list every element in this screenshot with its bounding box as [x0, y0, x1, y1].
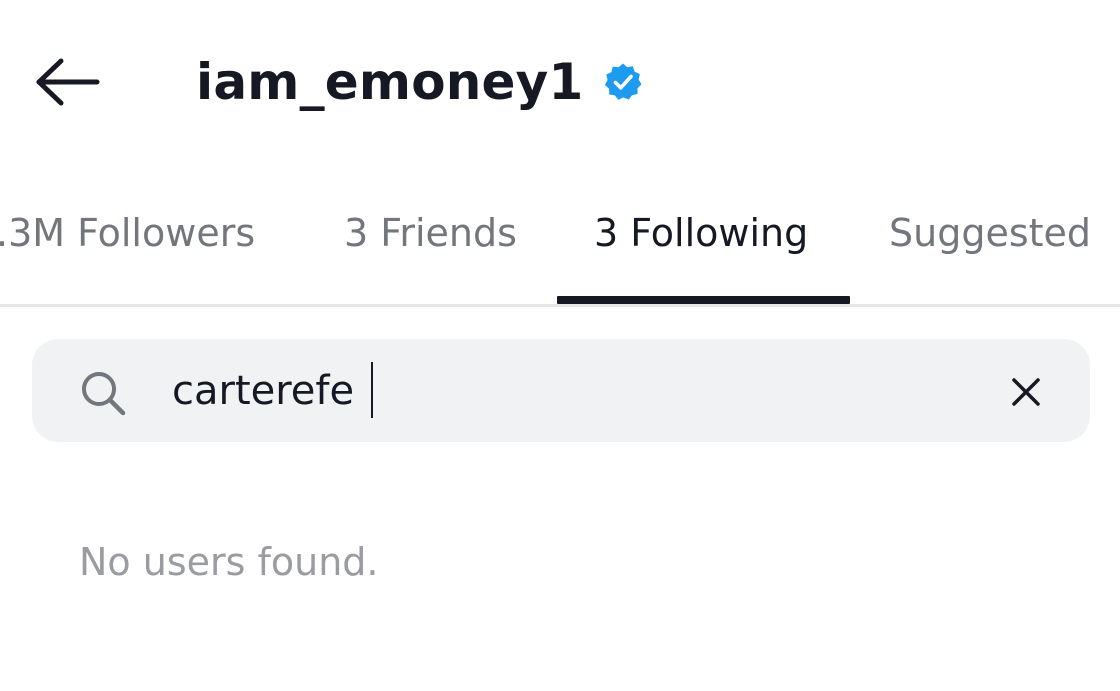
arrow-left-icon: [36, 58, 100, 106]
profile-title: iam_emoney1: [196, 46, 643, 118]
tab-bar: .3M Followers 3 Friends 3 Following Sugg…: [0, 190, 1120, 307]
empty-state-message: No users found.: [79, 540, 379, 584]
search-input[interactable]: [172, 358, 952, 424]
username: iam_emoney1: [196, 53, 584, 111]
close-icon: [1012, 378, 1040, 406]
tab-followers[interactable]: .3M Followers: [0, 190, 255, 276]
active-tab-indicator: [557, 296, 850, 304]
text-cursor: [371, 362, 373, 418]
following-screen: iam_emoney1 .3M Followers 3 Friends 3 Fo…: [0, 0, 1120, 691]
back-button[interactable]: [22, 44, 110, 120]
verified-badge-icon: [603, 62, 643, 102]
tab-friends[interactable]: 3 Friends: [344, 190, 517, 276]
tab-suggested[interactable]: Suggested: [889, 190, 1091, 276]
clear-search-button[interactable]: [998, 364, 1054, 420]
header: iam_emoney1: [0, 0, 1120, 170]
search-icon: [78, 368, 128, 418]
tab-following[interactable]: 3 Following: [594, 190, 808, 276]
